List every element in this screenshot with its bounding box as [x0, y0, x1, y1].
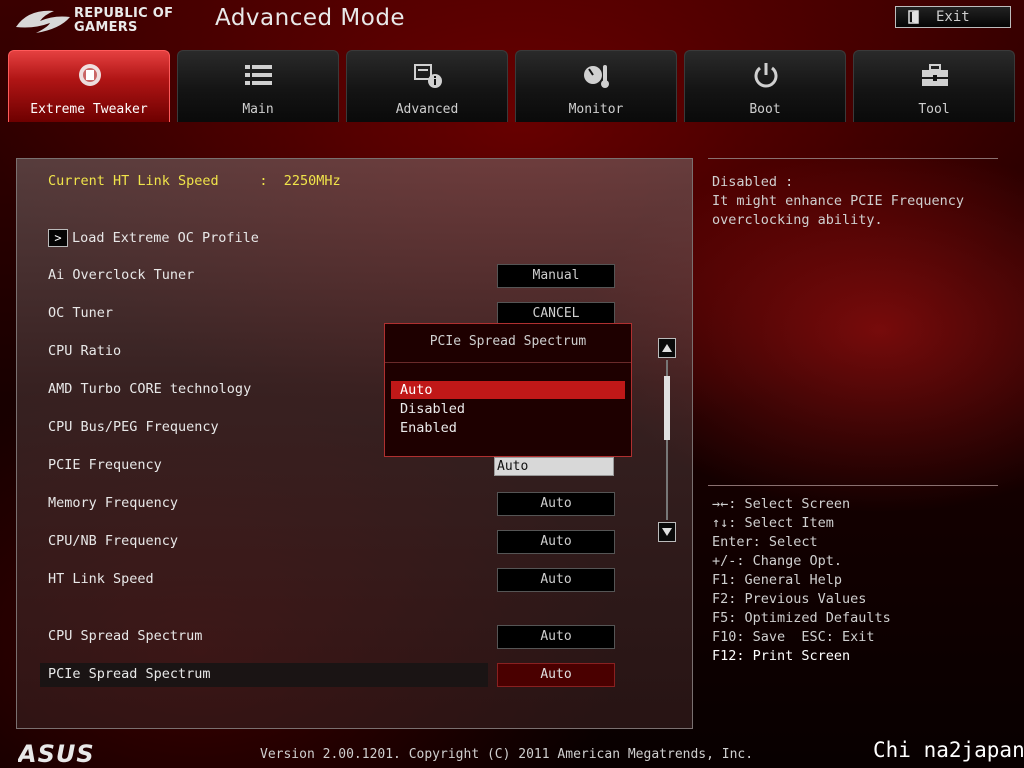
key-general-help: F1: General Help	[712, 572, 843, 588]
popup-option-enabled[interactable]: Enabled	[391, 419, 625, 437]
key-legend: →←: Select Screen ↑↓: Select Item Enter:…	[712, 495, 891, 666]
popup-option-auto[interactable]: Auto	[391, 381, 625, 399]
cpu-bus-peg-frequency-label: CPU Bus/PEG Frequency	[48, 419, 219, 435]
memory-frequency-value[interactable]: Auto	[497, 492, 615, 516]
tab-bar: Extreme Tweaker Main Advanced Monitor Bo…	[8, 50, 1016, 122]
help-divider-bottom	[708, 485, 998, 486]
ht-link-speed-label: HT Link Speed	[48, 571, 154, 587]
tab-main[interactable]: Main	[177, 50, 339, 122]
monitor-icon	[584, 65, 609, 88]
key-optimized-defaults: F5: Optimized Defaults	[712, 610, 891, 626]
cpu-nb-frequency-label: CPU/NB Frequency	[48, 533, 179, 549]
tab-label: Monitor	[568, 102, 624, 117]
pcie-frequency-input[interactable]: Auto	[494, 457, 614, 476]
pcie-frequency-label: PCIE Frequency	[48, 457, 162, 473]
advanced-icon	[414, 64, 442, 88]
load-extreme-oc-profile[interactable]: > Load Extreme OC Profile	[48, 229, 259, 247]
tab-monitor[interactable]: Monitor	[515, 50, 677, 122]
load-profile-label: Load Extreme OC Profile	[72, 230, 259, 246]
pcie-spread-spectrum-popup: PCIe Spread Spectrum Auto Disabled Enabl…	[384, 323, 632, 457]
popup-option-disabled[interactable]: Disabled	[391, 400, 625, 418]
oc-tuner-label: OC Tuner	[48, 305, 114, 321]
svg-text:ASUS: ASUS	[18, 740, 95, 766]
tab-label: Main	[242, 102, 274, 117]
brand-line-2: GAMERS	[74, 20, 138, 35]
key-print-screen: F12: Print Screen	[712, 648, 851, 664]
asus-logo: ASUS	[18, 740, 95, 766]
help-text: Disabled : It might enhance PCIE Frequen…	[712, 174, 964, 228]
memory-frequency-label: Memory Frequency	[48, 495, 179, 511]
popup-title: PCIe Spread Spectrum	[385, 324, 631, 363]
scrollbar-thumb[interactable]	[664, 376, 670, 440]
ai-overclock-tuner-label: Ai Overclock Tuner	[48, 267, 195, 283]
cpu-spread-spectrum-label: CPU Spread Spectrum	[48, 628, 203, 644]
brand-line-1: REPUBLIC OF	[74, 6, 174, 21]
rog-eye-icon	[16, 10, 70, 33]
key-enter-select: Enter: Select	[712, 534, 818, 550]
key-select-screen: →←: Select Screen	[712, 496, 851, 512]
ht-link-speed-value[interactable]: Auto	[497, 568, 615, 592]
amd-turbo-core-label: AMD Turbo CORE technology	[48, 381, 252, 397]
key-select-item: ↑↓: Select Item	[712, 515, 834, 531]
ai-overclock-tuner-value[interactable]: Manual	[497, 264, 615, 288]
triangle-down-icon	[662, 528, 672, 536]
tab-boot[interactable]: Boot	[684, 50, 846, 122]
version-text: Version 2.00.1201. Copyright (C) 2011 Am…	[260, 747, 754, 762]
list-icon	[245, 65, 272, 85]
exit-door-icon	[908, 10, 919, 24]
tab-label: Boot	[749, 102, 781, 117]
triangle-up-icon	[662, 344, 672, 352]
exit-label: Exit	[936, 9, 970, 25]
tab-tool[interactable]: Tool	[853, 50, 1015, 122]
rog-logo: REPUBLIC OF GAMERS	[14, 4, 182, 36]
cpu-ratio-label: CPU Ratio	[48, 343, 122, 359]
pcie-spread-spectrum-value[interactable]: Auto	[497, 663, 615, 687]
key-previous-values: F2: Previous Values	[712, 591, 867, 607]
scroll-down-button[interactable]	[658, 522, 676, 542]
current-ht-link-speed: Current HT Link Speed : 2250MHz	[48, 173, 341, 189]
scroll-up-button[interactable]	[658, 338, 676, 358]
chevron-right-icon: >	[48, 229, 68, 247]
key-change-opt: +/-: Change Opt.	[712, 553, 843, 569]
help-divider-top	[708, 158, 998, 159]
power-icon	[754, 63, 778, 88]
tweaker-icon	[79, 64, 101, 86]
key-save-exit: F10: Save ESC: Exit	[712, 629, 875, 645]
tab-extreme-tweaker[interactable]: Extreme Tweaker	[8, 50, 170, 122]
tab-label: Extreme Tweaker	[30, 102, 148, 117]
tool-icon	[922, 64, 948, 86]
cpu-spread-spectrum-value[interactable]: Auto	[497, 625, 615, 649]
exit-button[interactable]: Exit	[895, 6, 1011, 28]
pcie-spread-spectrum-label: PCIe Spread Spectrum	[48, 666, 211, 682]
tab-label: Advanced	[395, 102, 459, 117]
mode-title: Advanced Mode	[215, 5, 406, 31]
watermark-text: Chi na2japan	[873, 738, 1024, 762]
tab-advanced[interactable]: Advanced	[346, 50, 508, 122]
cpu-nb-frequency-value[interactable]: Auto	[497, 530, 615, 554]
tab-label: Tool	[918, 102, 950, 117]
